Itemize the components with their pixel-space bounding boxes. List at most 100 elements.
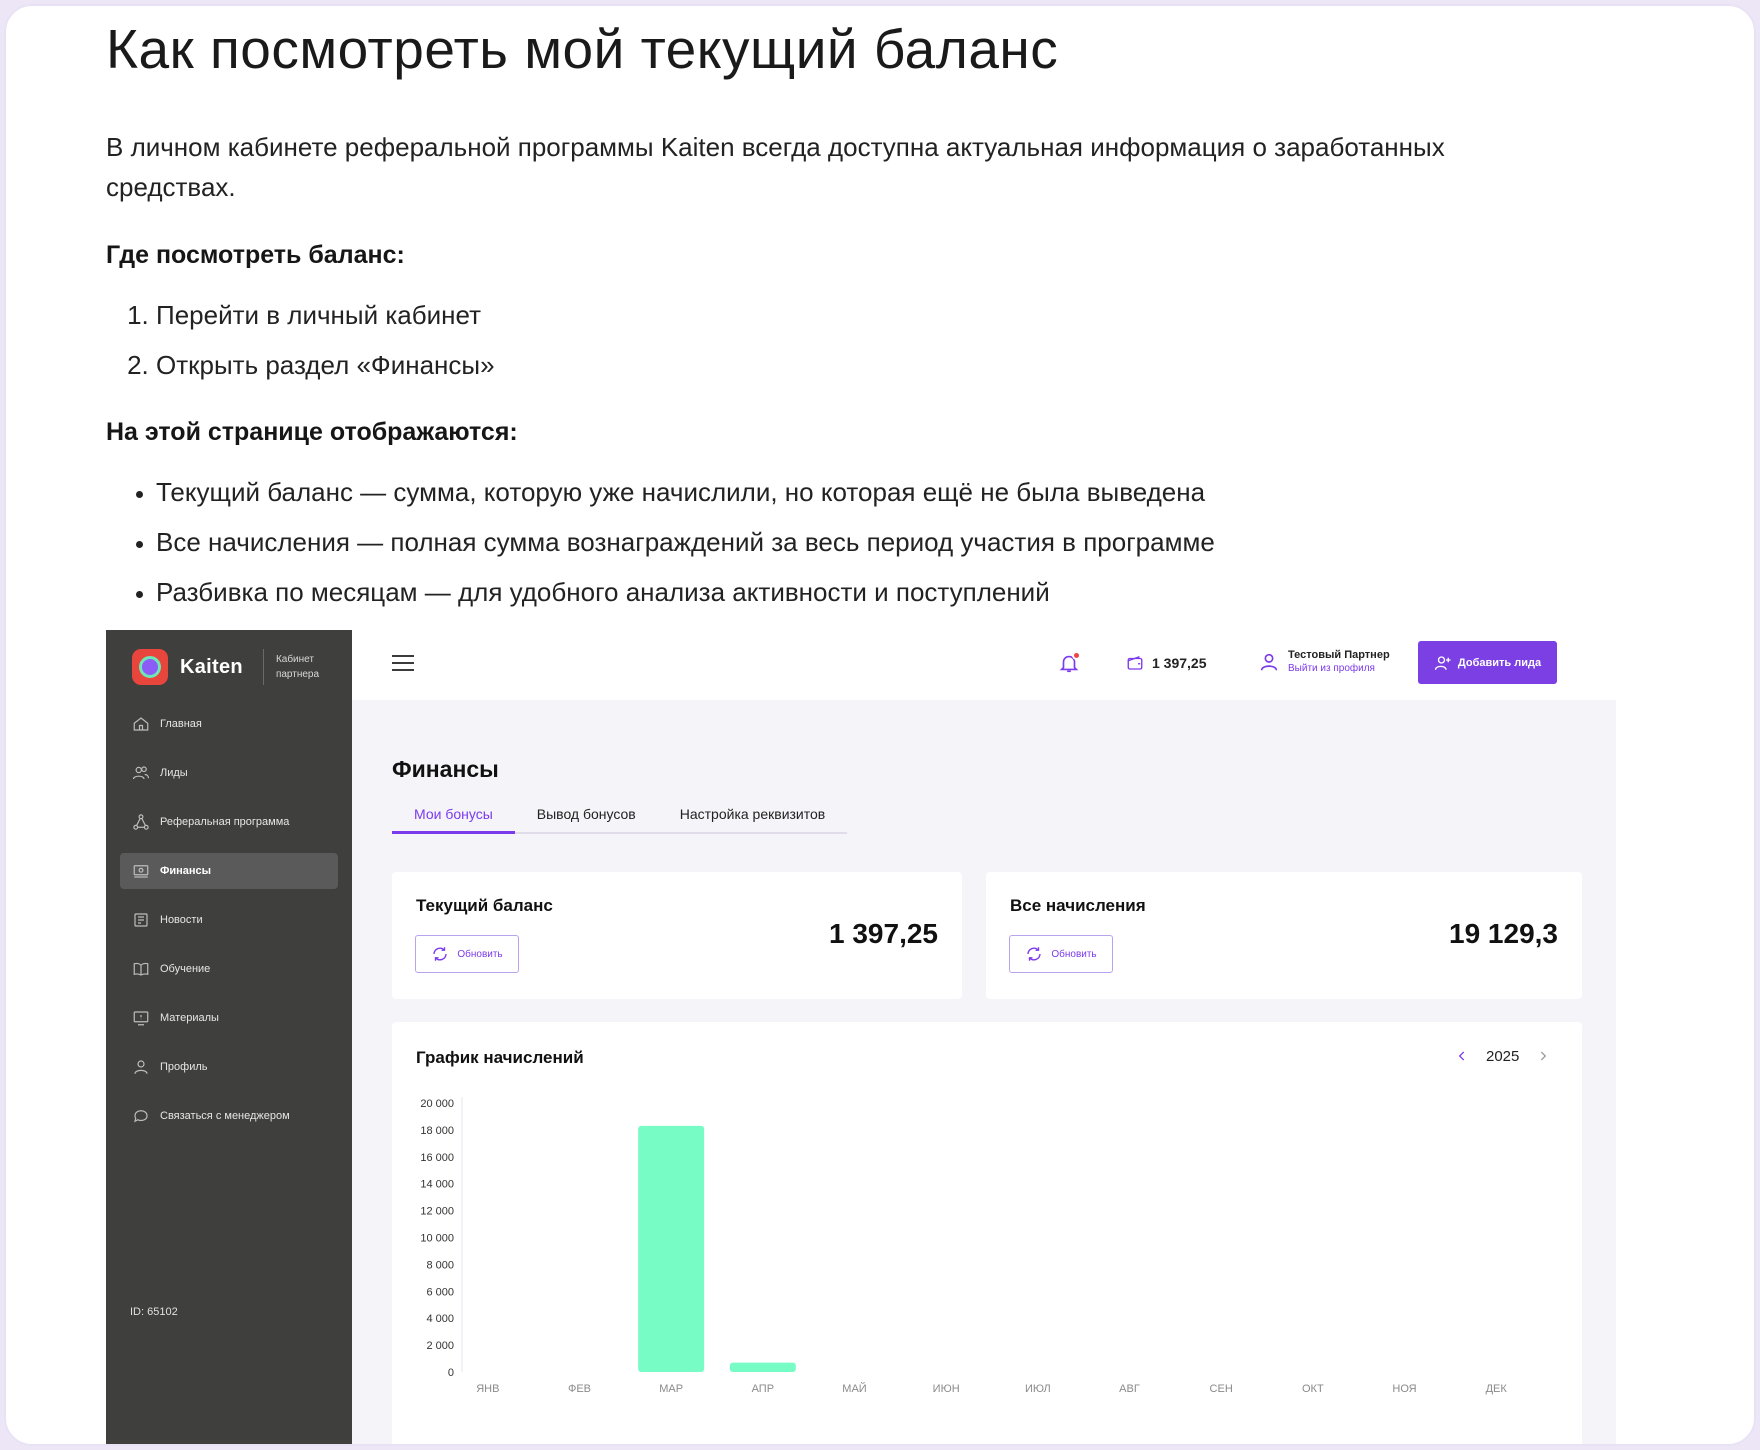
- sidebar-item-label: Главная: [160, 718, 202, 730]
- y-tick-label: 10 000: [420, 1233, 454, 1245]
- tab-withdraw-bonuses[interactable]: Вывод бонусов: [515, 802, 658, 834]
- refresh-total-button[interactable]: Обновить: [1009, 935, 1113, 973]
- sidebar: Kaiten Кабинет партнера Главная Лиды Реф…: [106, 630, 352, 1444]
- topbar: 1 397,25 Тестовый Партнер Выйти из профи…: [352, 630, 1616, 700]
- logo-divider: [262, 649, 264, 685]
- home-icon: [132, 715, 150, 733]
- x-tick-label: ДЕК: [1486, 1383, 1508, 1395]
- x-tick-label: ИЮН: [933, 1383, 960, 1395]
- sidebar-item-label: Обучение: [160, 963, 211, 975]
- y-tick-label: 6 000: [426, 1286, 454, 1298]
- wallet-icon: [1127, 656, 1143, 670]
- sidebar-item-label: Новости: [160, 914, 203, 926]
- partner-id: ID: 65102: [130, 1306, 178, 1318]
- sidebar-item-news[interactable]: Новости: [120, 902, 338, 938]
- sidebar-item-profile[interactable]: Профиль: [120, 1049, 338, 1085]
- y-tick-label: 0: [448, 1367, 454, 1379]
- bell-icon[interactable]: [1058, 651, 1082, 676]
- tab-my-bonuses[interactable]: Мои бонусы: [392, 802, 515, 834]
- user-name: Тестовый Партнер: [1288, 649, 1390, 661]
- logo[interactable]: Kaiten Кабинет партнера: [132, 647, 332, 687]
- article: Как посмотреть мой текущий баланс В личн…: [106, 6, 1666, 623]
- chart-title: График начислений: [416, 1048, 584, 1067]
- tab-requisites[interactable]: Настройка реквизитов: [658, 802, 847, 834]
- sidebar-item-materials[interactable]: Материалы: [120, 1000, 338, 1036]
- where-heading: Где посмотреть баланс:: [106, 241, 405, 269]
- wallet-balance-value: 1 397,25: [1152, 655, 1207, 671]
- total-accruals-value: 19 129,3: [1449, 918, 1558, 949]
- network-icon: [132, 813, 150, 831]
- refresh-icon: [433, 947, 448, 961]
- logout-link[interactable]: Выйти из профиля: [1288, 662, 1390, 676]
- x-tick-label: ЯНВ: [476, 1383, 499, 1395]
- x-tick-label: ИЮЛ: [1025, 1383, 1051, 1395]
- sidebar-item-referral[interactable]: Реферальная программа: [120, 804, 338, 840]
- chat-icon: [132, 1107, 150, 1125]
- sidebar-item-learning[interactable]: Обучение: [120, 951, 338, 987]
- profile-icon: [132, 1058, 150, 1076]
- user-menu[interactable]: Тестовый Партнер Выйти из профиля: [1258, 648, 1390, 676]
- sidebar-item-leads[interactable]: Лиды: [120, 755, 338, 791]
- refresh-icon: [1027, 947, 1042, 961]
- app-screenshot: Kaiten Кабинет партнера Главная Лиды Реф…: [106, 630, 1616, 1444]
- news-icon: [132, 911, 150, 929]
- y-tick-label: 14 000: [420, 1179, 454, 1191]
- shows-heading: На этой странице отображаются:: [106, 418, 518, 446]
- article-title: Как посмотреть мой текущий баланс: [106, 18, 1059, 80]
- year-selector: 2025: [1452, 1046, 1553, 1066]
- x-tick-label: МАЙ: [842, 1382, 866, 1395]
- step-item: Открыть раздел «Финансы»: [156, 346, 1666, 384]
- y-tick-label: 18 000: [420, 1125, 454, 1137]
- x-tick-label: НОЯ: [1392, 1383, 1416, 1395]
- sidebar-item-contact-manager[interactable]: Связаться с менеджером: [120, 1098, 338, 1134]
- current-balance-title: Текущий баланс: [416, 896, 553, 915]
- notification-badge: [1072, 651, 1081, 660]
- book-icon: [132, 960, 150, 978]
- sidebar-item-label: Лиды: [160, 767, 188, 779]
- menu-icon[interactable]: [392, 655, 414, 671]
- chevron-right-icon[interactable]: [1533, 1046, 1553, 1066]
- page-title: Финансы: [392, 756, 499, 782]
- y-tick-label: 16 000: [420, 1152, 454, 1164]
- logo-text: Kaiten: [180, 655, 243, 678]
- y-tick-label: 12 000: [420, 1206, 454, 1218]
- y-tick-label: 8 000: [426, 1259, 454, 1271]
- step-item: Перейти в личный кабинет: [156, 296, 1666, 334]
- bullets-list: Текущий баланс — сумма, которую уже начи…: [106, 473, 1666, 611]
- x-tick-label: АВГ: [1119, 1383, 1140, 1395]
- chevron-left-icon[interactable]: [1452, 1046, 1472, 1066]
- sidebar-item-label: Материалы: [160, 1012, 219, 1024]
- logo-subtitle: Кабинет партнера: [275, 654, 320, 680]
- sidebar-item-home[interactable]: Главная: [120, 706, 338, 742]
- chart-bar-АПР[interactable]: [729, 1362, 796, 1372]
- refresh-label: Обновить: [457, 948, 503, 960]
- accruals-chart-card: График начислений 2025 0 2 000 4 000 6 000 8…: [392, 1022, 1582, 1444]
- wallet-balance[interactable]: 1 397,25: [1126, 654, 1207, 672]
- article-frame: Как посмотреть мой текущий баланс В личн…: [4, 4, 1756, 1446]
- tabs: Мои бонусы Вывод бонусов Настройка рекви…: [392, 802, 848, 834]
- x-tick-label: СЕН: [1210, 1383, 1233, 1395]
- kaiten-logo-icon: [132, 649, 168, 685]
- user-icon: [1260, 653, 1278, 671]
- y-tick-label: 2 000: [426, 1340, 454, 1352]
- users-icon: [132, 764, 150, 782]
- sidebar-item-label: Связаться с менеджером: [160, 1110, 290, 1122]
- sidebar-item-finance[interactable]: Финансы: [120, 853, 338, 889]
- year-label: 2025: [1486, 1047, 1520, 1065]
- materials-icon: [132, 1009, 150, 1027]
- finance-icon: [132, 862, 150, 880]
- chart-bar-МАР[interactable]: [638, 1125, 705, 1372]
- x-tick-label: ОКТ: [1302, 1383, 1324, 1395]
- sidebar-item-label: Финансы: [160, 865, 212, 877]
- x-tick-label: АПР: [752, 1383, 774, 1395]
- add-lead-label: Добавить лида: [1457, 656, 1542, 669]
- steps-list: Перейти в личный кабинет Открыть раздел …: [106, 296, 1666, 384]
- sidebar-item-label: Профиль: [160, 1061, 208, 1073]
- sidebar-nav: Главная Лиды Реферальная программа Финан…: [120, 706, 338, 1147]
- refresh-current-button[interactable]: Обновить: [415, 935, 519, 973]
- total-accruals-title: Все начисления: [1010, 896, 1146, 915]
- bullet-item: Текущий баланс — сумма, которую уже начи…: [156, 473, 1666, 511]
- add-lead-button[interactable]: Добавить лида: [1418, 641, 1557, 684]
- accruals-bar-chart: 0 2 000 4 000 6 000 8 000 10 000 12 000 14 000 1…: [420, 1097, 1508, 1395]
- article-intro: В личном кабинете реферальной программы …: [106, 132, 1445, 202]
